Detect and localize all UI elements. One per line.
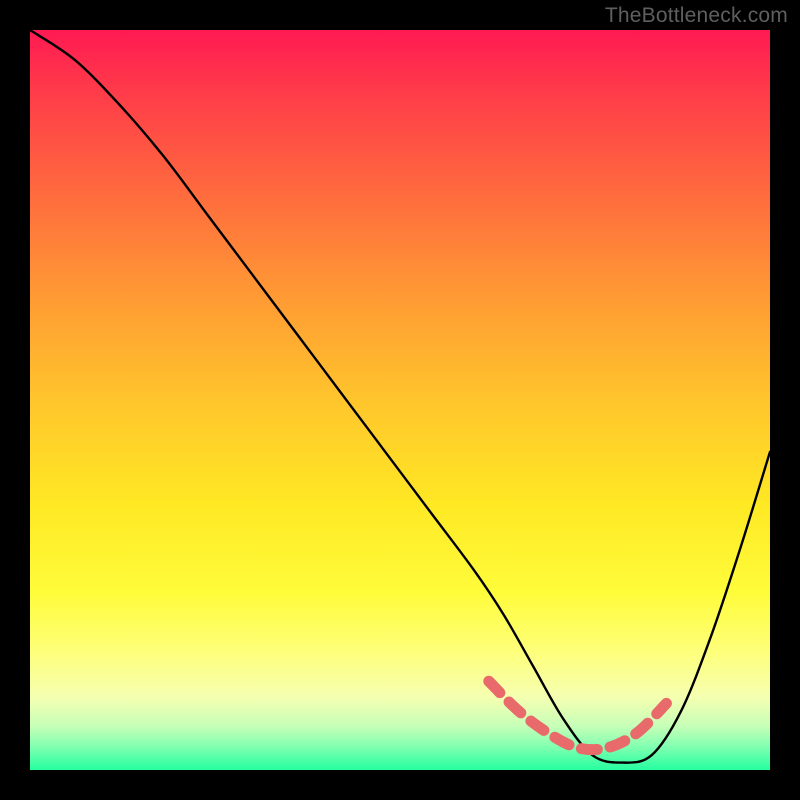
bottleneck-curve-path <box>30 30 770 763</box>
plot-area <box>30 30 770 770</box>
curve-overlay <box>30 30 770 770</box>
chart-frame: TheBottleneck.com <box>0 0 800 800</box>
watermark-text: TheBottleneck.com <box>605 4 788 28</box>
